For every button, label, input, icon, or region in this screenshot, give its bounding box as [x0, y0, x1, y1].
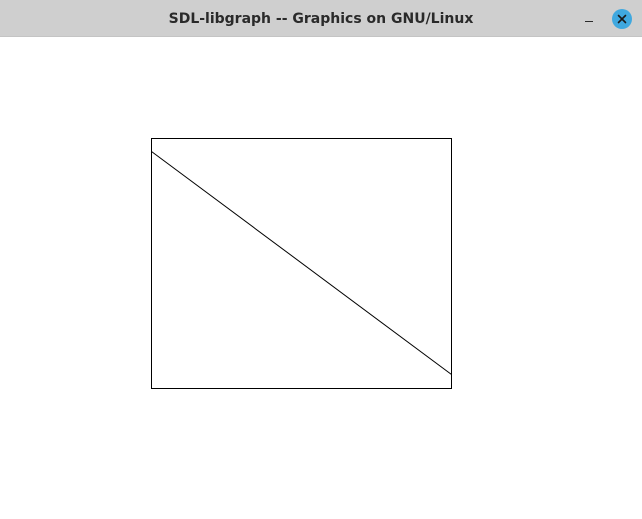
close-button[interactable] [612, 9, 632, 29]
minimize-icon [585, 21, 593, 22]
drawing-surface [151, 138, 452, 389]
drawn-diagonal-line [151, 151, 452, 375]
window-title: SDL-libgraph -- Graphics on GNU/Linux [168, 11, 474, 27]
title-bar[interactable]: SDL-libgraph -- Graphics on GNU/Linux [0, 0, 642, 37]
graphics-canvas[interactable] [0, 37, 642, 519]
close-icon [617, 14, 627, 24]
app-window: SDL-libgraph -- Graphics on GNU/Linux [0, 0, 642, 519]
minimize-button[interactable] [580, 9, 600, 29]
